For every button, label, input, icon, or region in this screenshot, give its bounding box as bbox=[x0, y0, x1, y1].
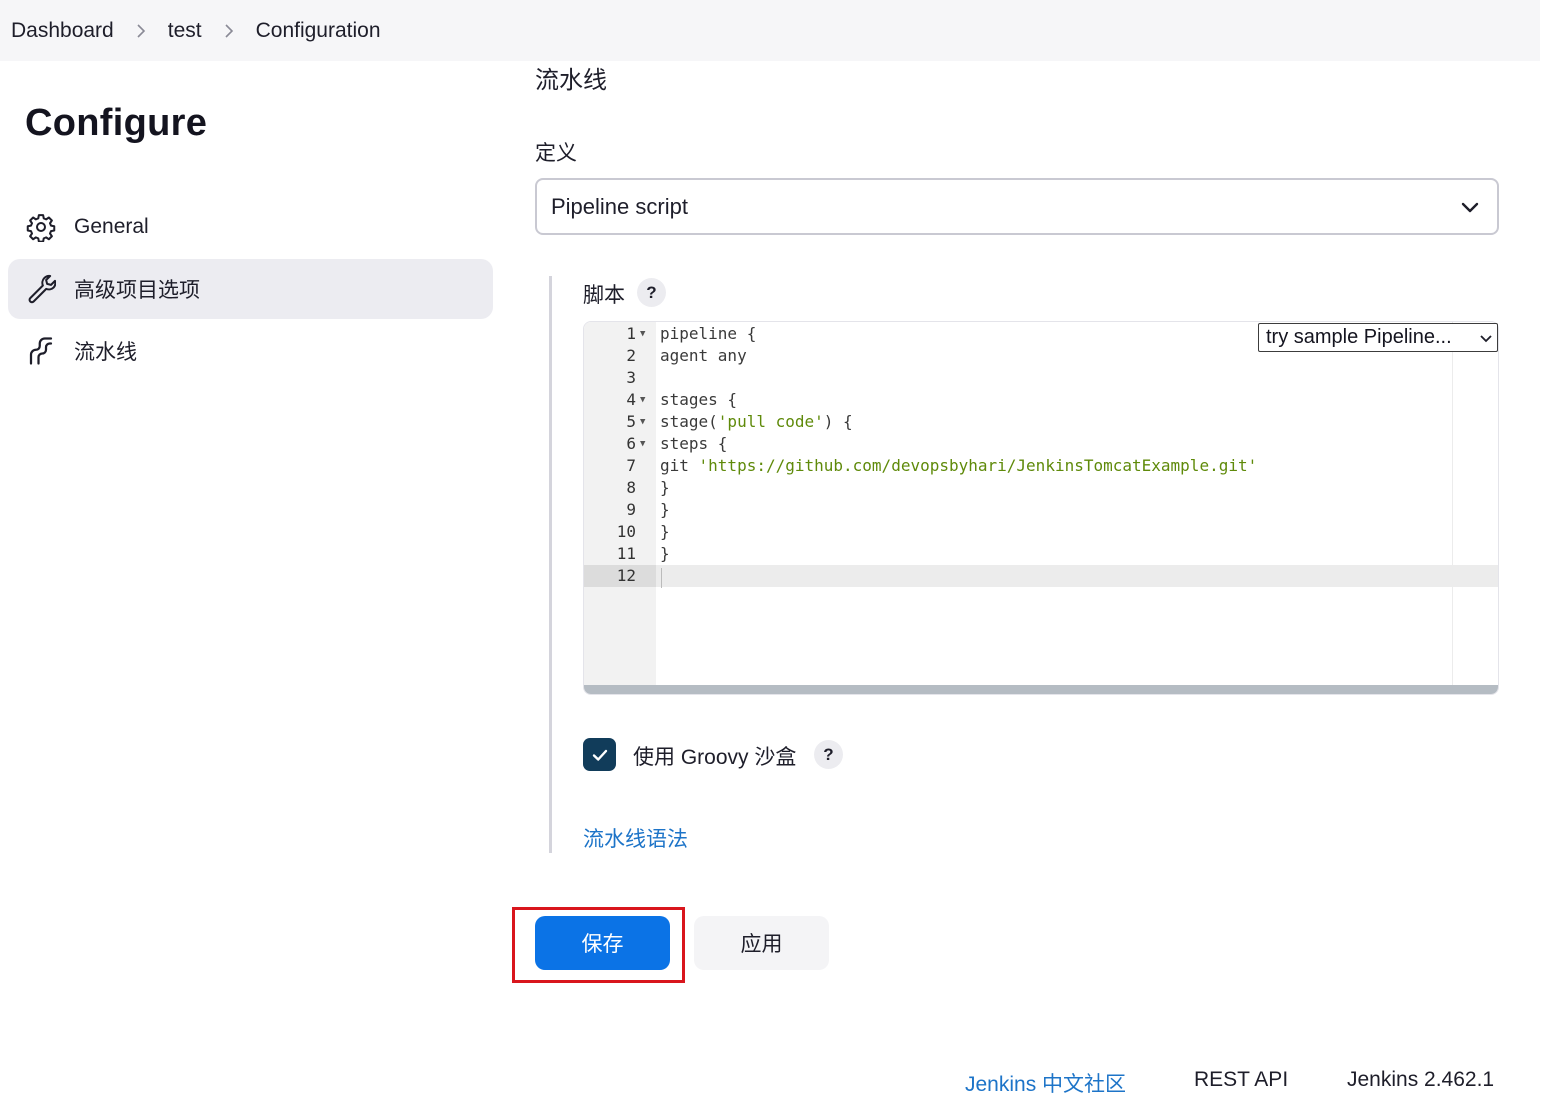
code-text: git 'https://github.com/devopsbyhari/Jen… bbox=[660, 456, 1258, 475]
wrench-icon bbox=[25, 273, 57, 305]
gear-icon bbox=[25, 211, 57, 243]
fold-arrow-icon[interactable]: ▼ bbox=[640, 433, 645, 455]
nested-section-bar bbox=[549, 276, 552, 853]
breadcrumb: Dashboard test Configuration bbox=[0, 0, 1540, 61]
sidebar-item-general[interactable]: General bbox=[8, 197, 493, 257]
code-text: } bbox=[660, 544, 670, 563]
chevron-down-icon bbox=[1461, 202, 1479, 213]
code-line[interactable]: 8} bbox=[584, 477, 1498, 499]
sample-pipeline-select-value: try sample Pipeline... bbox=[1266, 326, 1452, 348]
code-line[interactable]: 7 git 'https://github.com/devopsbyhari/Je… bbox=[584, 455, 1498, 477]
code-line[interactable]: 10} bbox=[584, 521, 1498, 543]
code-text: pipeline { bbox=[660, 324, 757, 343]
code-line[interactable]: 9} bbox=[584, 499, 1498, 521]
editor-cursor bbox=[661, 568, 662, 588]
line-number: 8 bbox=[626, 478, 636, 497]
code-text: } bbox=[660, 522, 670, 541]
sandbox-help-button[interactable]: ? bbox=[814, 740, 843, 769]
groovy-sandbox-label: 使用 Groovy 沙盒 bbox=[633, 746, 797, 769]
code-text: stages { bbox=[660, 390, 738, 409]
line-number: 10 bbox=[616, 522, 636, 541]
breadcrumb-test[interactable]: test bbox=[168, 19, 202, 43]
check-icon bbox=[592, 749, 607, 761]
code-line[interactable]: 12 bbox=[584, 565, 1498, 587]
save-button[interactable]: 保存 bbox=[535, 916, 670, 970]
sidebar-item-advanced[interactable]: 高级项目选项 bbox=[8, 259, 493, 319]
sidebar-item-pipeline[interactable]: 流水线 bbox=[8, 321, 493, 381]
definition-select-value: Pipeline script bbox=[551, 193, 688, 219]
section-title: 流水线 bbox=[535, 67, 607, 94]
breadcrumb-configuration[interactable]: Configuration bbox=[256, 19, 381, 43]
code-line[interactable]: 6 ▼ steps { bbox=[584, 433, 1498, 455]
script-help-button[interactable]: ? bbox=[637, 278, 666, 307]
line-number: 12 bbox=[616, 566, 636, 585]
line-number: 1 bbox=[626, 324, 636, 343]
sidebar-item-label: General bbox=[74, 215, 149, 238]
pipeline-icon bbox=[25, 335, 57, 367]
definition-label: 定义 bbox=[535, 142, 577, 165]
editor-horizontal-scrollbar[interactable] bbox=[584, 685, 1498, 694]
line-number: 2 bbox=[626, 346, 636, 365]
apply-button[interactable]: 应用 bbox=[694, 916, 829, 970]
footer-version[interactable]: Jenkins 2.462.1 bbox=[1347, 1068, 1494, 1092]
sample-pipeline-select[interactable]: try sample Pipeline... bbox=[1258, 323, 1498, 352]
fold-arrow-icon[interactable]: ▼ bbox=[640, 389, 645, 411]
line-number: 9 bbox=[626, 500, 636, 519]
code-text: } bbox=[660, 500, 670, 519]
line-number: 6 bbox=[626, 434, 636, 453]
code-line[interactable]: 4 ▼ stages { bbox=[584, 389, 1498, 411]
code-string: 'pull code' bbox=[717, 412, 824, 431]
sidebar-item-label: 高级项目选项 bbox=[74, 279, 200, 302]
code-text: steps { bbox=[660, 434, 728, 453]
script-editor[interactable]: 1 ▼ pipeline {2 agent any 3 4 ▼ stages {5 ▼ stage… bbox=[583, 321, 1499, 695]
fold-arrow-icon[interactable]: ▼ bbox=[640, 411, 645, 433]
code-line[interactable]: 11} bbox=[584, 543, 1498, 565]
code-text: agent any bbox=[660, 346, 747, 365]
line-number: 11 bbox=[616, 544, 636, 563]
script-label: 脚本 bbox=[583, 284, 625, 307]
breadcrumb-dashboard[interactable]: Dashboard bbox=[11, 19, 114, 43]
sidebar-item-label: 流水线 bbox=[74, 341, 137, 364]
line-number: 3 bbox=[626, 368, 636, 387]
code-text: stage('pull code') { bbox=[660, 412, 853, 431]
chevron-right-icon bbox=[114, 19, 168, 42]
fold-arrow-icon[interactable]: ▼ bbox=[640, 323, 645, 345]
footer-rest-api-link[interactable]: REST API bbox=[1194, 1068, 1288, 1092]
code-line[interactable]: 5 ▼ stage('pull code') { bbox=[584, 411, 1498, 433]
page-title: Configure bbox=[25, 102, 208, 144]
line-number: 4 bbox=[626, 390, 636, 409]
code-string: 'https://github.com/devopsbyhari/Jenkins… bbox=[698, 456, 1258, 475]
pipeline-syntax-link[interactable]: 流水线语法 bbox=[583, 823, 688, 853]
definition-select[interactable]: Pipeline script bbox=[535, 178, 1499, 235]
code-text: } bbox=[660, 478, 670, 497]
footer-community-link[interactable]: Jenkins 中文社区 bbox=[965, 1068, 1126, 1098]
line-number: 7 bbox=[626, 456, 636, 475]
groovy-sandbox-checkbox[interactable] bbox=[583, 738, 616, 771]
code-line[interactable]: 3 bbox=[584, 367, 1498, 389]
line-number: 5 bbox=[626, 412, 636, 431]
chevron-right-icon bbox=[202, 19, 256, 42]
chevron-down-icon bbox=[1480, 335, 1492, 343]
